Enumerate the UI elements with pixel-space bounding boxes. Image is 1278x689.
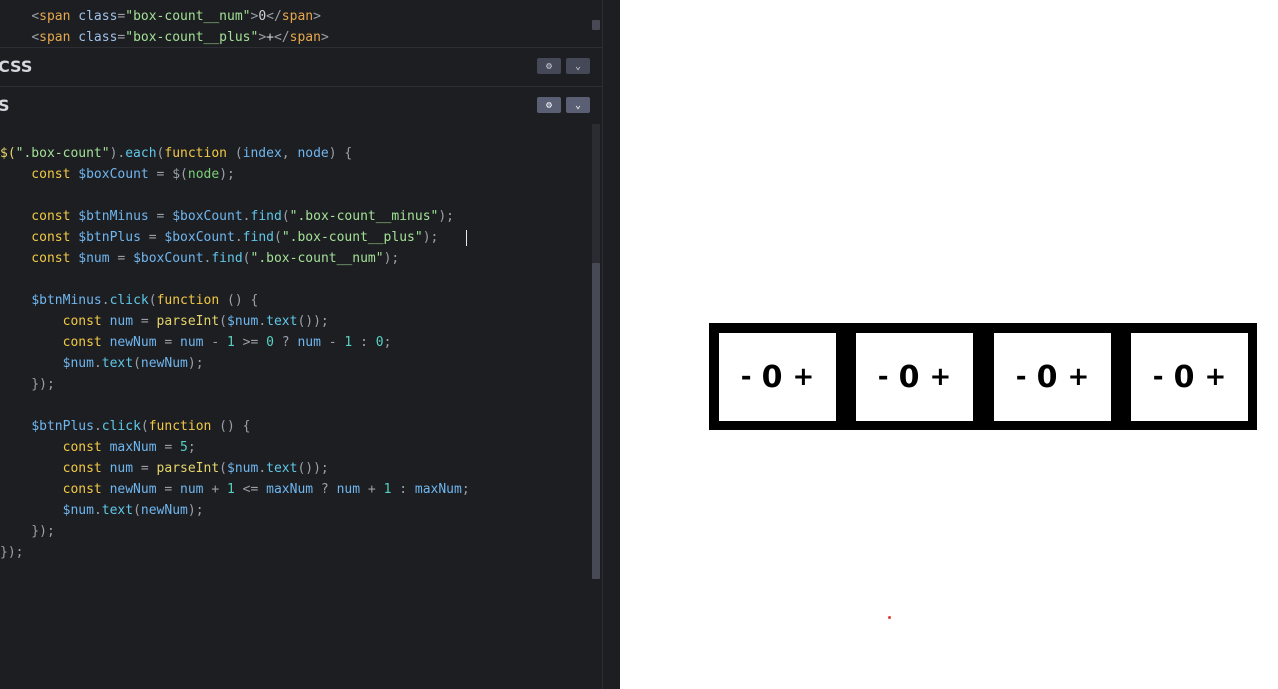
js-panel-title: S: [0, 96, 10, 115]
js-code-line: $num.text(newNum);: [62, 356, 204, 371]
js-code-line: $btnPlus.click(function () {: [31, 419, 251, 434]
js-code-line: const maxNum = 5;: [0, 440, 196, 455]
text-cursor: [466, 230, 467, 246]
css-collapse-button[interactable]: ⌄: [566, 58, 590, 74]
js-code-line: });: [0, 377, 55, 392]
box-count-num: 0: [1173, 359, 1195, 395]
counter-container: - 0 + - 0 + - 0 + - 0 +: [709, 323, 1257, 430]
box-count-minus[interactable]: -: [1016, 362, 1027, 392]
js-code-line: });: [0, 545, 24, 560]
box-count-num: 0: [1036, 359, 1058, 395]
box-count-plus[interactable]: +: [929, 362, 951, 392]
box-count: - 0 +: [994, 333, 1111, 421]
box-count-minus[interactable]: -: [741, 362, 752, 392]
box-count: - 0 +: [856, 333, 973, 421]
js-code-line: $(".box-count").each(function (index, no…: [0, 146, 353, 161]
gear-icon: ⚙: [545, 99, 553, 111]
css-panel-header[interactable]: CSS ⚙ ⌄: [0, 47, 602, 86]
js-code-line: });: [0, 524, 55, 539]
js-code-line: const newNum = num + 1 <= maxNum ? num +…: [0, 482, 470, 497]
box-count-num: 0: [898, 359, 920, 395]
box-count-plus[interactable]: +: [1204, 362, 1226, 392]
box-count-plus[interactable]: +: [1067, 362, 1089, 392]
mouse-pointer-dot: [888, 616, 891, 619]
html-code-area[interactable]: <span class="box-count__num">0</span> <s…: [0, 0, 602, 47]
css-panel-title: CSS: [0, 57, 33, 76]
js-code-line: const newNum = num - 1 >= 0 ? num - 1 : …: [0, 335, 392, 350]
chevron-down-icon: ⌄: [574, 60, 582, 72]
box-count: - 0 +: [1131, 333, 1248, 421]
js-code-line: $num.text(newNum);: [62, 503, 204, 518]
js-panel-header[interactable]: S ⚙ ⌄: [0, 86, 602, 125]
box-count-num: 0: [761, 359, 783, 395]
html-code-line: <span class="box-count__num">0</span>: [31, 9, 321, 24]
js-code-line: const num = parseInt($num.text());: [0, 461, 329, 476]
js-code-line: const $num = $boxCount.find(".box-count_…: [0, 251, 400, 266]
js-code-line: $btnMinus.click(function () {: [31, 293, 259, 308]
box-count-minus[interactable]: -: [1153, 362, 1164, 392]
js-code-line: const $btnMinus = $boxCount.find(".box-c…: [0, 209, 455, 224]
editor-resize-handle[interactable]: [602, 0, 621, 689]
css-settings-button[interactable]: ⚙: [537, 58, 561, 74]
html-scrollbar-thumb[interactable]: [592, 20, 600, 30]
box-count-plus[interactable]: +: [792, 362, 814, 392]
code-editor: <span class="box-count__num">0</span> <s…: [0, 0, 620, 689]
js-scrollbar-thumb[interactable]: [592, 263, 600, 579]
js-collapse-button[interactable]: ⌄: [566, 97, 590, 113]
html-code-line: <span class="box-count__plus">+</span>: [31, 30, 329, 45]
js-code-line: const $btnPlus = $boxCount.find(".box-co…: [0, 230, 439, 245]
js-code-line: const num = parseInt($num.text());: [0, 314, 329, 329]
chevron-down-icon: ⌄: [574, 99, 582, 111]
js-code-line: const $boxCount = $(node);: [0, 167, 235, 182]
result-preview: - 0 + - 0 + - 0 + - 0 +: [620, 0, 1278, 689]
js-code-area[interactable]: $(".box-count").each(function (index, no…: [0, 143, 602, 689]
gear-icon: ⚙: [545, 60, 553, 72]
box-count-minus[interactable]: -: [878, 362, 889, 392]
js-settings-button[interactable]: ⚙: [537, 97, 561, 113]
box-count: - 0 +: [719, 333, 836, 421]
